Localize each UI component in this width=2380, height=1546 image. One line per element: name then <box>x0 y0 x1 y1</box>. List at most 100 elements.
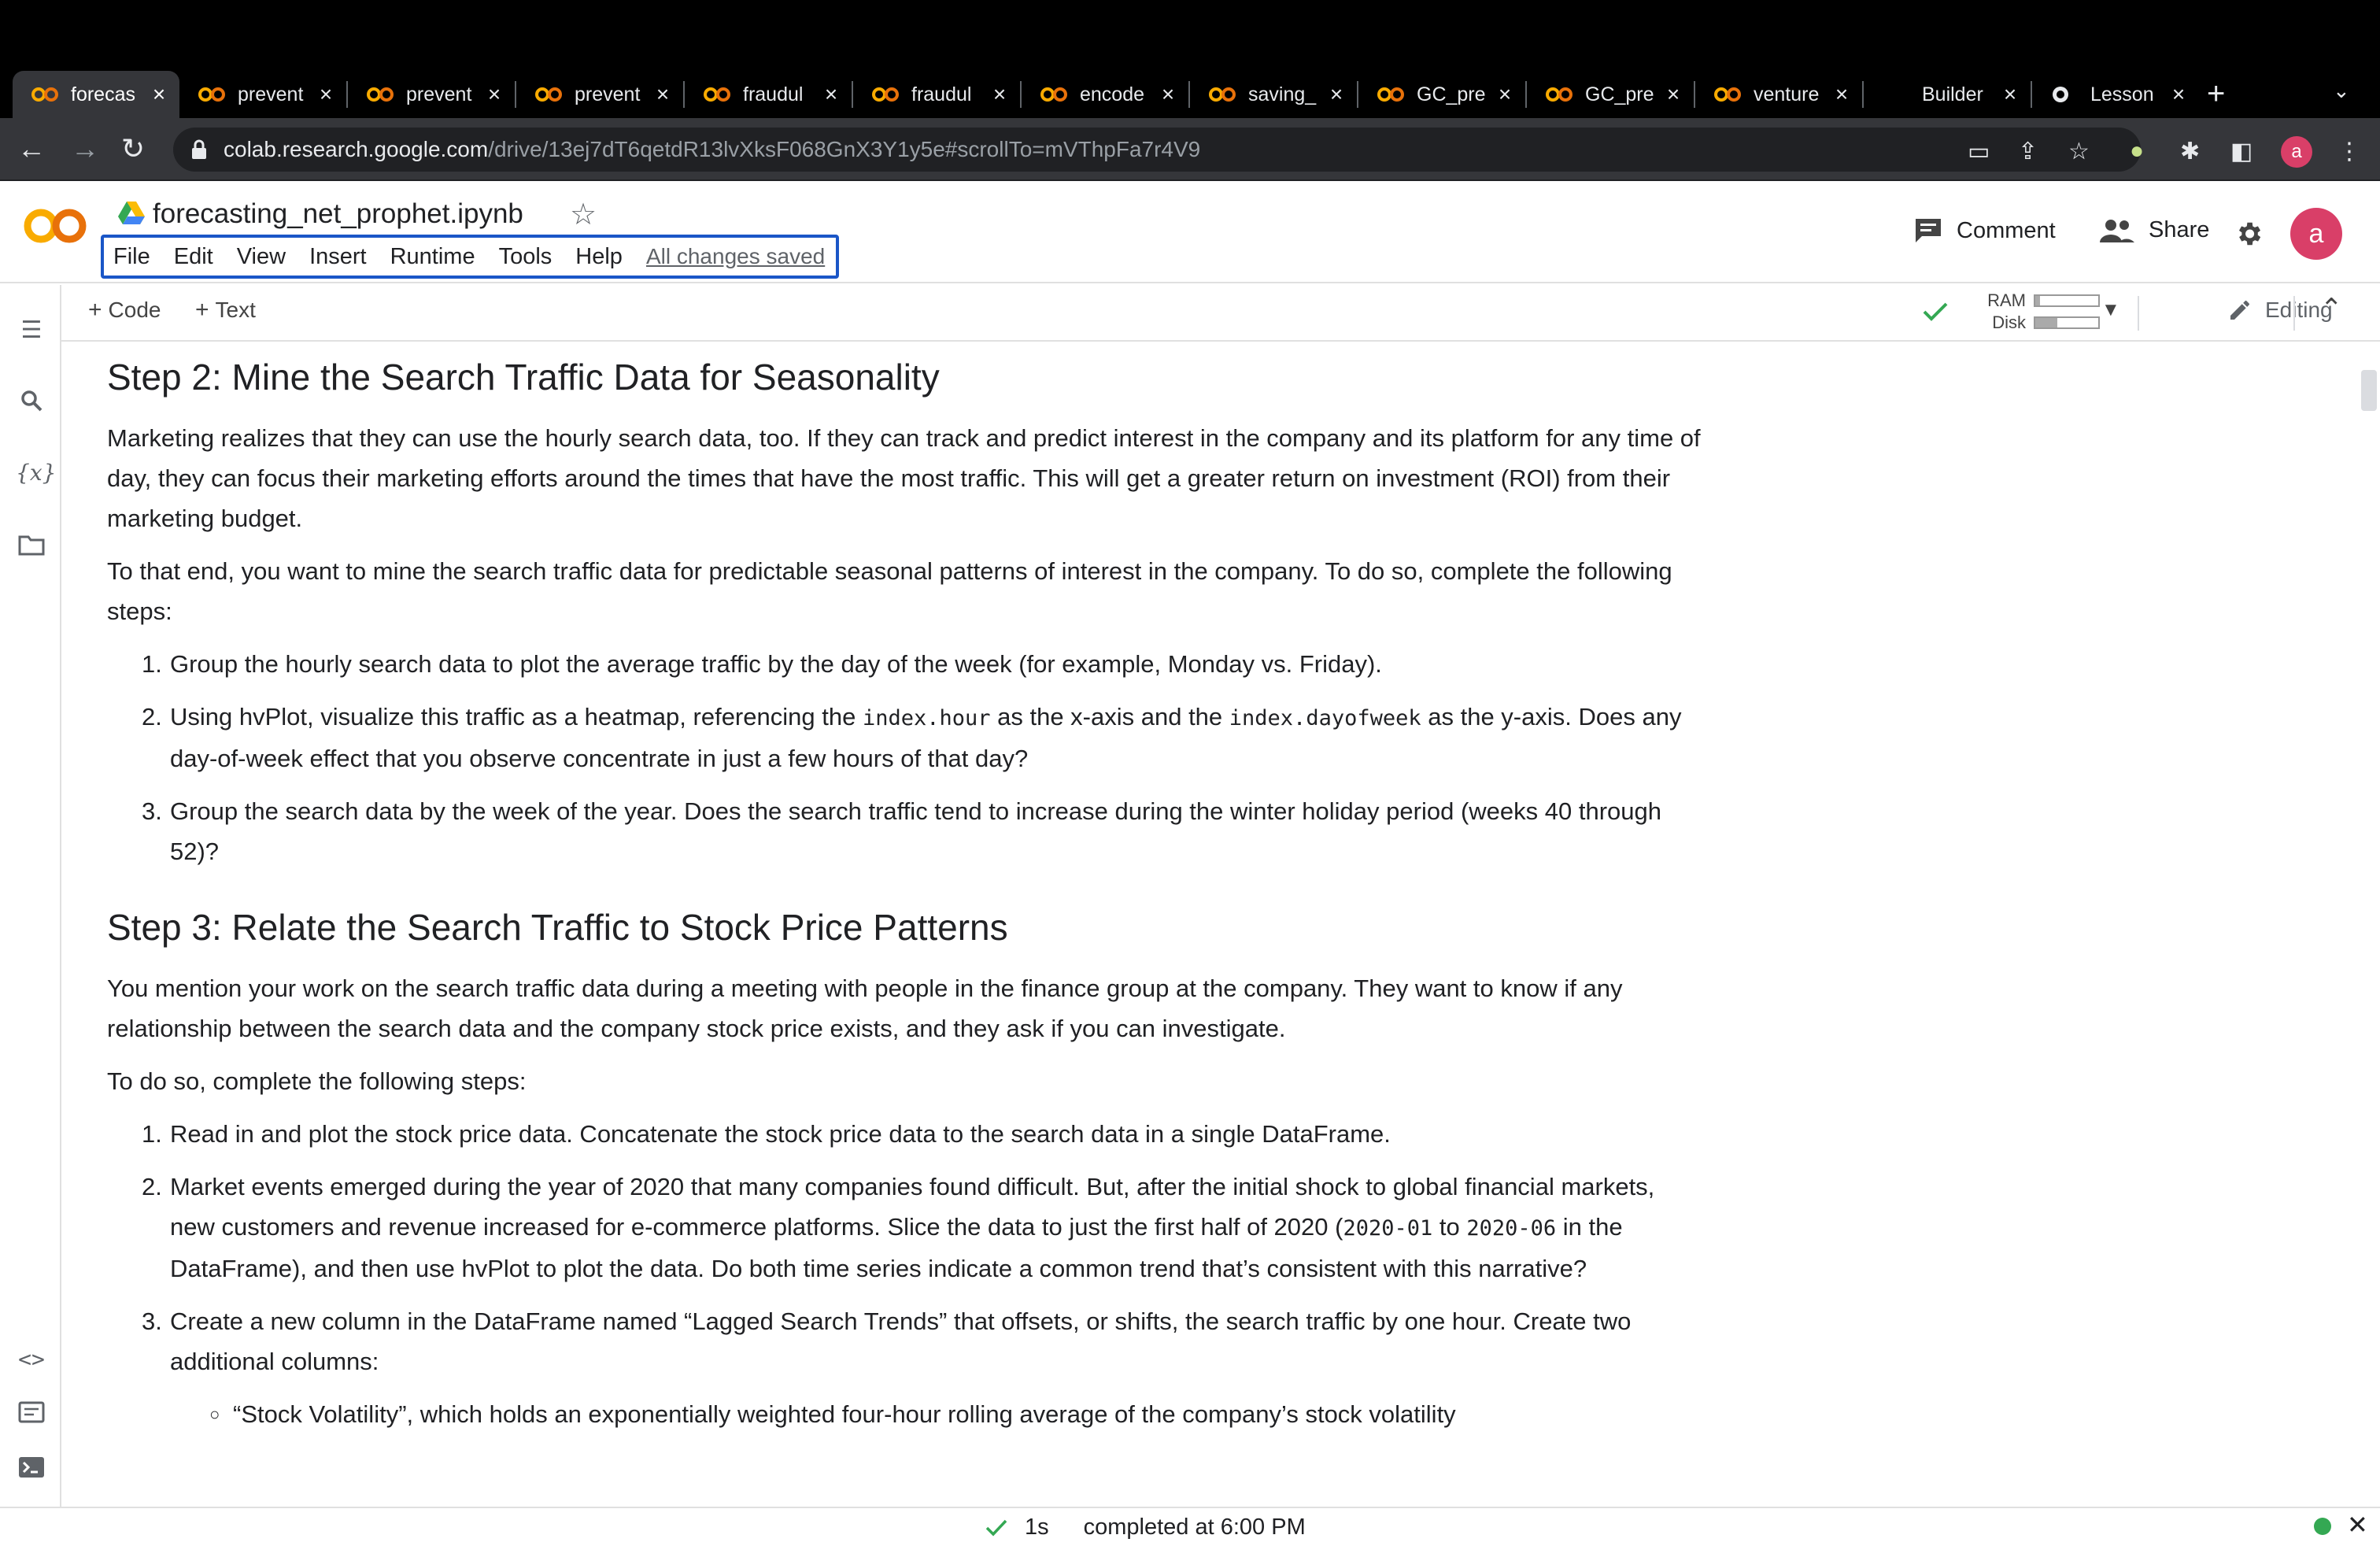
side-panel-icon[interactable]: ◧ <box>2230 138 2252 165</box>
browser-tab[interactable]: GC_pre × <box>1358 71 1525 118</box>
notebook-title[interactable]: forecasting_net_prophet.ipynb <box>153 198 523 230</box>
forward-arrow-icon[interactable]: → <box>71 132 99 165</box>
tab-title: fraudul <box>911 83 972 105</box>
colab-logo-icon[interactable] <box>22 206 88 246</box>
browser-menu-icon[interactable]: ⋮ <box>2338 138 2361 165</box>
browser-tab[interactable]: forecas × <box>13 71 179 118</box>
browser-profile-avatar[interactable]: a <box>2281 136 2312 168</box>
scrollbar-thumb[interactable] <box>2361 370 2377 411</box>
menu-edit[interactable]: Edit <box>174 244 213 270</box>
tab-close-icon[interactable]: × <box>2169 82 2188 107</box>
close-status-icon[interactable]: ✕ <box>2347 1510 2368 1540</box>
browser-tab[interactable]: prevent × <box>516 71 683 118</box>
user-avatar[interactable]: a <box>2290 208 2342 260</box>
colab-favicon-icon <box>31 87 58 102</box>
browser-tab[interactable]: Builder × <box>1864 71 2031 118</box>
list-item: ○ “Stock Volatility”, which holds an expo… <box>209 1394 1705 1434</box>
files-folder-icon[interactable] <box>16 534 47 562</box>
tab-close-icon[interactable]: × <box>316 82 335 107</box>
github-favicon-icon <box>2053 87 2068 102</box>
google-drive-icon[interactable] <box>118 202 145 225</box>
tab-close-icon[interactable]: × <box>822 82 841 107</box>
menu-runtime[interactable]: Runtime <box>390 244 475 270</box>
comment-icon <box>1916 219 1941 242</box>
colab-favicon-icon <box>1040 87 1067 102</box>
menu-bar: File Edit View Insert Runtime Tools Help… <box>101 235 839 279</box>
add-code-button[interactable]: + Code <box>88 297 161 324</box>
back-arrow-icon[interactable]: ← <box>17 132 46 165</box>
disk-label: Disk <box>1992 313 2026 332</box>
browser-tab[interactable]: GC_pre × <box>1527 71 1694 118</box>
omnibox[interactable]: colab.research.google.com/drive/13ej7dT6… <box>173 128 2141 172</box>
step2-list: 1. Group the hourly search data to plot t… <box>107 644 1705 871</box>
colab-favicon-icon <box>1209 87 1236 102</box>
comment-button[interactable]: Comment <box>1914 217 2056 244</box>
code-snippets-icon[interactable]: <> <box>16 1346 47 1372</box>
disk-meter <box>2034 316 2100 329</box>
plus-icon: + <box>195 297 209 323</box>
terminal-icon[interactable] <box>16 1456 47 1485</box>
menu-help[interactable]: Help <box>575 244 623 270</box>
collapse-header-chevron-icon[interactable]: ⌃ <box>2320 293 2343 324</box>
tab-close-icon[interactable]: × <box>653 82 672 107</box>
tab-search-chevron-icon[interactable]: ⌄ <box>2333 79 2350 103</box>
tab-close-icon[interactable]: × <box>485 82 504 107</box>
colab-favicon-icon <box>1546 87 1572 102</box>
tab-close-icon[interactable]: × <box>150 82 168 107</box>
cast-icon[interactable]: ▭ <box>1968 138 1990 165</box>
tab-close-icon[interactable]: × <box>990 82 1009 107</box>
puzzle-extensions-icon[interactable]: ✱ <box>2180 138 2200 165</box>
tab-close-icon[interactable]: × <box>1832 82 1851 107</box>
variables-icon[interactable]: {x} <box>16 460 56 486</box>
tab-close-icon[interactable]: × <box>1159 82 1177 107</box>
browser-tab[interactable]: Lesson × <box>2032 71 2199 118</box>
step3-paragraph-1: You mention your work on the search traf… <box>107 975 1623 1043</box>
browser-tab-strip: forecas × prevent × prevent × prevent × fraudul ×… <box>0 0 2380 118</box>
browser-tab[interactable]: fraudul × <box>685 71 852 118</box>
execution-status[interactable]: 1s completed at 6:00 PM <box>985 1515 1306 1540</box>
runtime-dropdown-icon[interactable]: ▼ <box>2101 299 2120 321</box>
blank-favicon-icon <box>1881 86 1913 103</box>
add-text-button[interactable]: + Text <box>195 297 256 324</box>
menu-insert[interactable]: Insert <box>309 244 367 270</box>
share-button[interactable]: Share <box>2100 217 2209 243</box>
search-icon[interactable] <box>16 389 47 419</box>
share-page-icon[interactable]: ⇪ <box>2018 138 2038 165</box>
editing-mode-button[interactable]: Editing <box>2227 298 2333 323</box>
tab-close-icon[interactable]: × <box>1327 82 1346 107</box>
tab-title: Lesson <box>2090 83 2154 105</box>
command-palette-icon[interactable] <box>16 1401 47 1429</box>
reload-icon[interactable]: ↻ <box>121 132 145 165</box>
step3-sub-list: ○ “Stock Volatility”, which holds an expo… <box>170 1394 1705 1434</box>
step2-heading: Step 2: Mine the Search Traffic Data for… <box>107 357 940 398</box>
lock-icon <box>192 139 206 159</box>
list-item: 3. Create a new column in the DataFrame n… <box>142 1307 1632 1376</box>
browser-tab[interactable]: saving_ × <box>1190 71 1357 118</box>
menu-view[interactable]: View <box>237 244 286 270</box>
resource-meters[interactable]: RAM Disk <box>1982 290 2100 334</box>
browser-tab[interactable]: encode × <box>1022 71 1188 118</box>
tab-list: forecas × prevent × prevent × prevent × fraudul ×… <box>13 71 2199 118</box>
browser-tab[interactable]: prevent × <box>179 71 346 118</box>
browser-tab[interactable]: fraudul × <box>853 71 1020 118</box>
tab-close-icon[interactable]: × <box>1495 82 1514 107</box>
extension-badge-icon[interactable]: ● <box>2130 138 2144 165</box>
inline-code: index.hour <box>862 706 991 731</box>
list-item: 1. Group the hourly search data to plot t… <box>142 650 1382 679</box>
tab-title: saving_ <box>1248 83 1317 105</box>
star-icon[interactable]: ☆ <box>570 197 597 232</box>
settings-gear-icon[interactable] <box>2234 219 2264 249</box>
colab-favicon-icon <box>872 87 899 102</box>
tab-close-icon[interactable]: × <box>1664 82 1683 107</box>
bookmark-star-icon[interactable]: ☆ <box>2068 138 2090 165</box>
menu-file[interactable]: File <box>113 244 150 270</box>
save-status-link[interactable]: All changes saved <box>646 244 825 269</box>
browser-tab[interactable]: venture × <box>1695 71 1862 118</box>
status-bar: 1s completed at 6:00 PM <box>0 1507 2380 1546</box>
tab-close-icon[interactable]: × <box>2001 82 2020 107</box>
table-of-contents-icon[interactable]: ☰ <box>16 316 47 344</box>
browser-tab[interactable]: prevent × <box>348 71 515 118</box>
menu-tools[interactable]: Tools <box>499 244 552 270</box>
tab-title: fraudul <box>743 83 804 105</box>
new-tab-button[interactable]: + <box>2207 76 2225 112</box>
